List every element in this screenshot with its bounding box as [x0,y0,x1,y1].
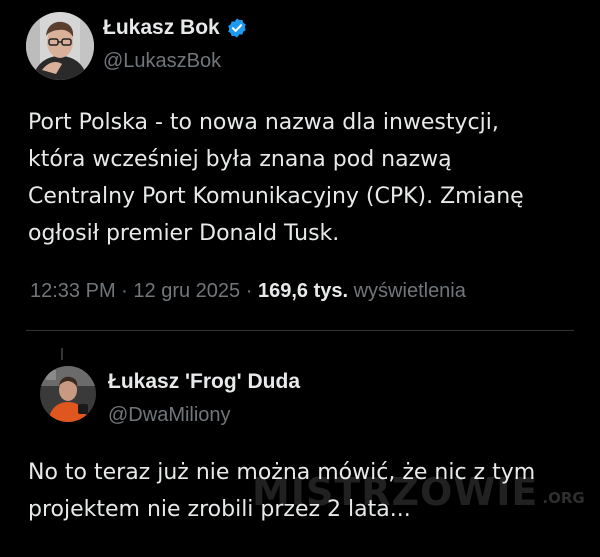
tweet-meta: 12:33 PM · 12 gru 2025 · 169,6 tys. wyśw… [30,280,466,303]
profile-photo-man-orange-shirt-icon [40,366,96,422]
author-name[interactable]: Łukasz Bok [103,16,220,40]
author-name-row: Łukasz Bok [103,16,248,40]
reply-author-handle[interactable]: @DwaMiliony [108,404,231,427]
meta-separator-2: · [245,280,253,302]
reply-author-name[interactable]: Łukasz 'Frog' Duda [108,370,300,394]
verified-badge-icon [226,17,248,39]
reply-text: No to teraz już nie można mówić, że nic … [28,460,536,522]
author-handle[interactable]: @LukaszBok [103,50,221,73]
profile-photo-man-glasses-icon [26,12,94,80]
tweet-time[interactable]: 12:33 PM [30,280,116,302]
views-count[interactable]: 169,6 tys. [258,280,348,302]
reply-author-avatar[interactable] [40,366,96,422]
tweet-text: Port Polska - to nowa nazwa dla inwestyc… [28,110,524,246]
reply-tweet: Łukasz 'Frog' Duda @DwaMiliony No to ter… [0,332,600,557]
main-tweet: Łukasz Bok @LukaszBok Port Polska - to n… [0,0,600,330]
tweet-divider [26,330,574,331]
views-label[interactable]: wyświetlenia [354,280,466,302]
tweet-date[interactable]: 12 gru 2025 [133,280,240,302]
reply-author-name-row: Łukasz 'Frog' Duda [108,370,300,394]
author-avatar[interactable] [26,12,94,80]
meta-separator: · [121,280,128,302]
